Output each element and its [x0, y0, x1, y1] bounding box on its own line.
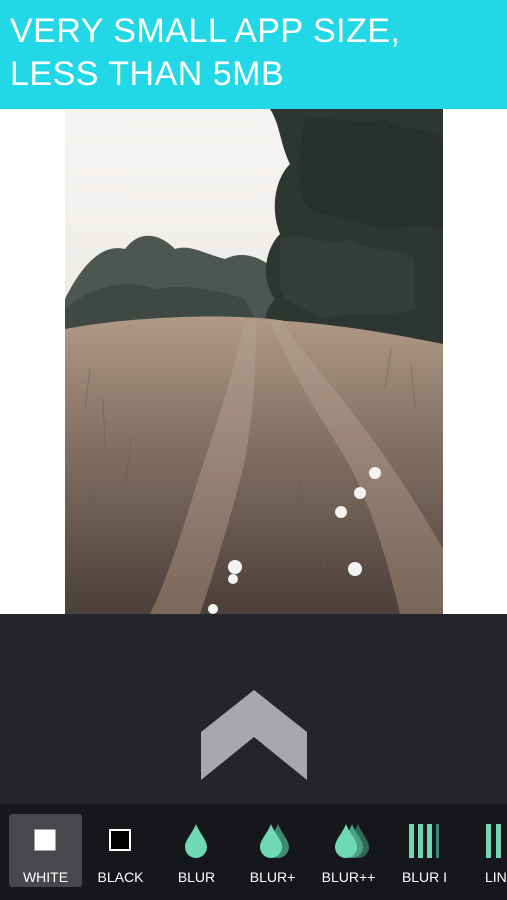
- tool-blur-plus[interactable]: BLUR+: [236, 814, 309, 887]
- double-line-icon: [486, 824, 501, 858]
- black-square-icon: [109, 829, 131, 851]
- tool-black[interactable]: BLACK: [84, 814, 157, 887]
- banner-headline-line-2: LESS THAN 5MB: [10, 55, 285, 93]
- triple-drop-icon: [335, 824, 369, 858]
- tool-label: LINE: [484, 869, 507, 885]
- tool-white[interactable]: WHITE: [9, 814, 82, 887]
- tool-line[interactable]: LINE: [464, 814, 507, 887]
- drop-icon: [185, 824, 207, 858]
- tool-bar: WHITE BLACK BLUR BLUR+ BLUR++ BLUR I LIN: [0, 804, 507, 900]
- chevron-up-icon: [201, 690, 307, 780]
- white-square-icon: [34, 829, 56, 851]
- promo-banner: VERY SMALL APP SIZE, LESS THAN 5MB: [0, 0, 507, 109]
- tool-blur[interactable]: BLUR: [160, 814, 233, 887]
- tool-options-panel: [0, 614, 507, 804]
- photo-preview: [65, 109, 443, 614]
- banner-headline-line-1: VERY SMALL APP SIZE,: [10, 12, 401, 50]
- expand-panel-button[interactable]: [201, 690, 307, 780]
- tool-blur-plus-plus[interactable]: BLUR++: [312, 814, 385, 887]
- editor-canvas: [0, 109, 507, 614]
- double-drop-icon: [260, 824, 289, 858]
- vertical-lines-icon: [409, 824, 439, 858]
- tool-blur-i[interactable]: BLUR I: [388, 814, 461, 887]
